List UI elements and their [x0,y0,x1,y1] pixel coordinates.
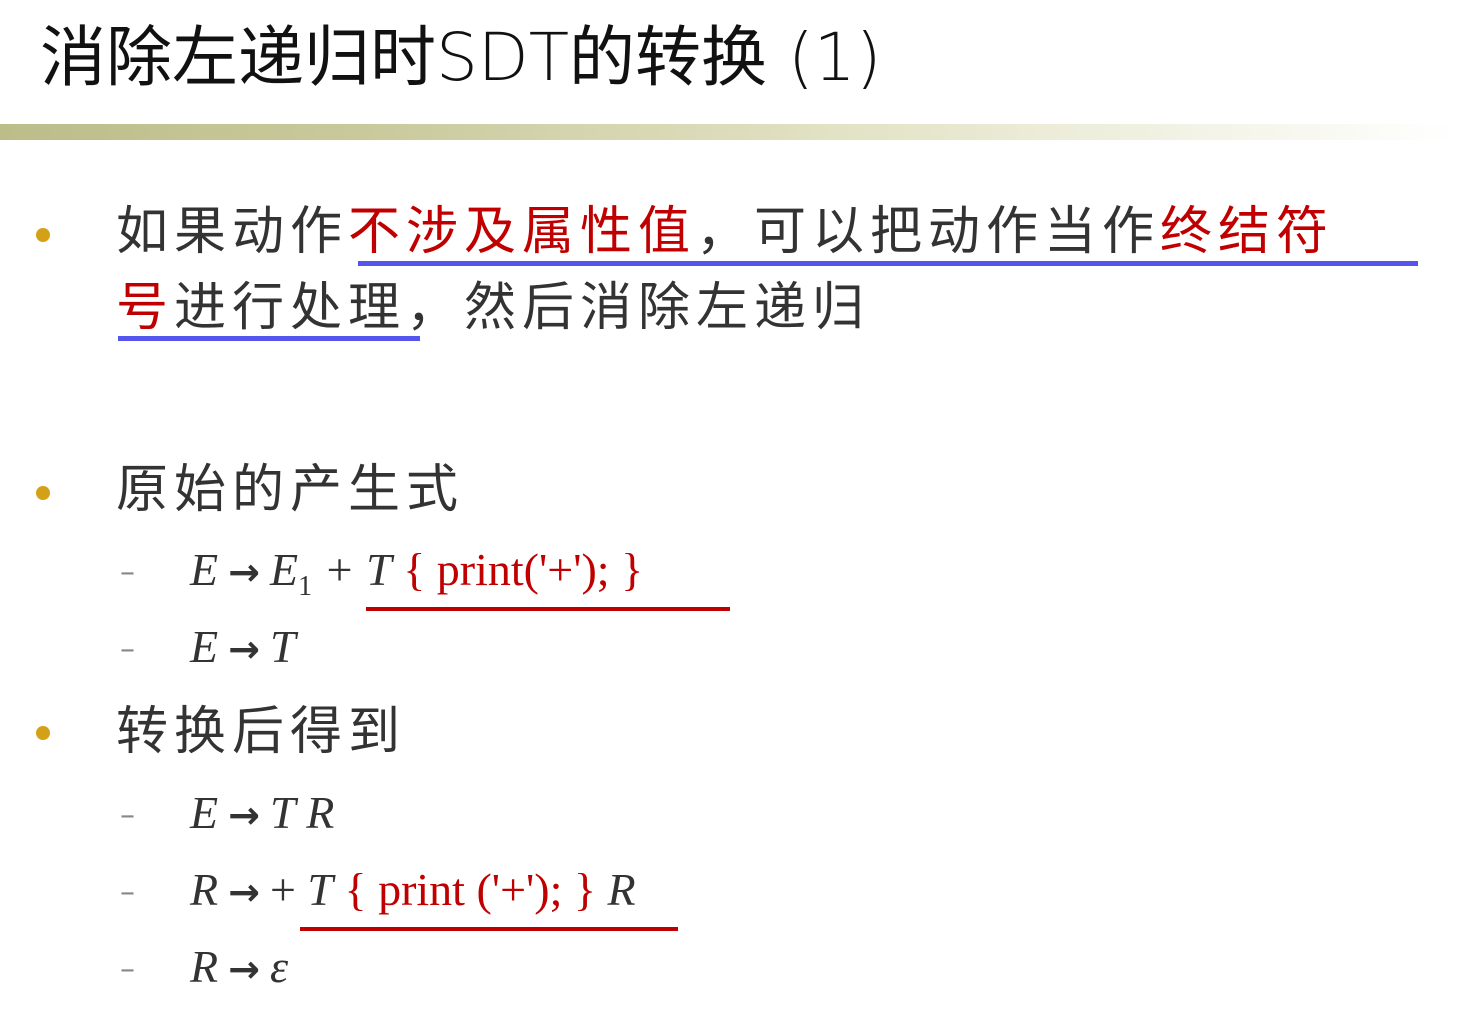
bullet-dot [36,228,50,242]
slide-title: 消除左递归时SDT的转换 (1) [40,19,882,96]
action-underline [366,607,730,611]
action-underline [300,927,678,931]
bullet-dot [36,486,50,500]
bullet-1-underline-1 [358,261,1418,266]
production-original-2: E → T [190,621,296,672]
dash-marker: – [120,555,135,590]
production-original-1: E → E1 + T { print('+'); } [190,544,644,603]
bullet-1-line-1: 如果动作不涉及属性值，可以把动作当作终结符 [116,202,1335,262]
dash-marker: – [120,952,135,987]
dash-marker: – [120,875,135,910]
dash-marker: – [120,632,135,667]
bullet-dot [36,726,50,740]
bullet-2-text: 原始的产生式 [116,460,465,520]
production-converted-2: R → + T { print ('+'); } R [190,864,636,915]
dash-marker: – [120,798,135,833]
production-converted-1: E → T R [190,787,335,838]
bullet-3-text: 转换后得到 [116,702,407,762]
production-converted-3: R → ε [190,941,289,992]
bullet-1-underline-2 [118,336,420,341]
title-divider-bar [0,124,1458,140]
